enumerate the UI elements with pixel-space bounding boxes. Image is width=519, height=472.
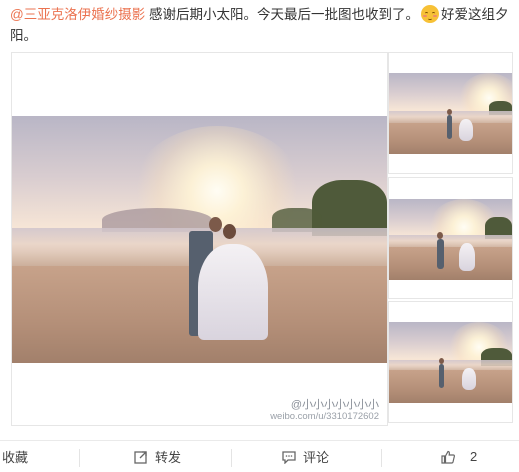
favorite-label: 收藏 [2,450,29,465]
photo-watermark: @小小小小小小小 weibo.com/u/3310172602 [270,399,379,423]
main-photo[interactable]: @小小小小小小小 weibo.com/u/3310172602 [11,52,388,426]
comment-icon [282,450,296,464]
repost-button[interactable]: 转发 [134,441,181,472]
thumbnail-photo-1[interactable] [388,52,513,174]
divider [79,449,80,467]
watermark-url: weibo.com/u/3310172602 [270,411,379,422]
post-body: 感谢后期小太阳。今天最后一批图也收到了。 [145,7,419,22]
favorite-button[interactable]: 收藏 [2,441,28,472]
thumbs-up-icon [441,450,455,464]
divider [231,449,232,467]
like-button[interactable]: 2 [441,441,477,472]
divider [381,449,382,467]
mention-link[interactable]: @三亚克洛伊婚纱摄影 [10,7,145,22]
action-bar: 收藏 转发 评论 2 [0,440,519,472]
beach-sunset-scene [12,116,387,363]
thumbnail-photo-3[interactable] [388,301,513,423]
repost-label: 转发 [155,450,182,465]
comment-label: 评论 [303,450,330,465]
thumbnail-photo-2[interactable] [388,177,513,299]
comment-button[interactable]: 评论 [282,441,329,472]
like-count: 2 [470,449,478,464]
post-text: @三亚克洛伊婚纱摄影 感谢后期小太阳。今天最后一批图也收到了。 好爱这组夕阳。 [10,4,510,46]
repost-icon [134,450,147,464]
watermark-handle: @小小小小小小小 [290,399,379,411]
blushing-smile-emoji-icon [420,5,439,23]
